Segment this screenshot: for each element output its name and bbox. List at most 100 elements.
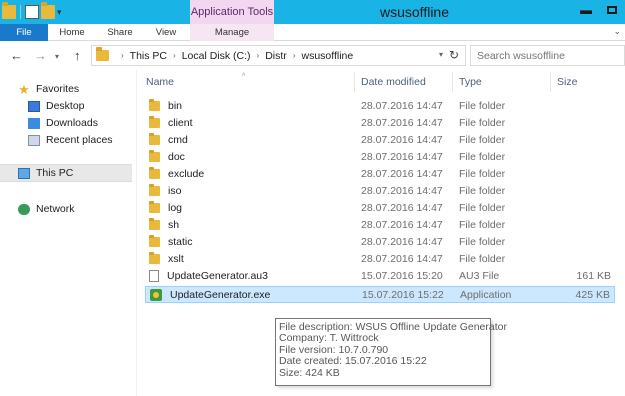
minimize-button[interactable]: ▬: [573, 0, 599, 20]
pane-divider[interactable]: [136, 70, 137, 396]
tab-manage[interactable]: Manage: [190, 24, 274, 41]
file-type: AU3 File: [459, 269, 500, 282]
breadcrumb-distr[interactable]: Distr: [265, 50, 287, 62]
maximize-button[interactable]: [599, 0, 625, 20]
chevron-right-icon[interactable]: ›: [293, 51, 296, 60]
tab-view[interactable]: View: [144, 24, 188, 41]
column-header-name[interactable]: Name: [140, 72, 355, 92]
table-row[interactable]: doc 28.07.2016 14:47 File folder: [145, 148, 615, 165]
nav-item-label: This PC: [36, 167, 74, 179]
folder-icon: [149, 251, 160, 264]
breadcrumb-this-pc[interactable]: This PC: [130, 50, 167, 62]
recent-locations-icon[interactable]: ▾: [55, 52, 59, 61]
nav-item-this-pc[interactable]: This PC: [0, 164, 132, 182]
table-row[interactable]: static 28.07.2016 14:47 File folder: [145, 233, 615, 250]
chevron-right-icon[interactable]: ›: [257, 51, 260, 60]
table-row[interactable]: iso 28.07.2016 14:47 File folder: [145, 182, 615, 199]
application-tools-group: Application Tools: [190, 0, 274, 24]
table-row[interactable]: exclude 28.07.2016 14:47 File folder: [145, 165, 615, 182]
table-row[interactable]: cmd 28.07.2016 14:47 File folder: [145, 131, 615, 148]
recent-places-icon: [28, 134, 40, 146]
table-row[interactable]: log 28.07.2016 14:47 File folder: [145, 199, 615, 216]
quick-access-toolbar: ▾: [2, 2, 62, 21]
table-row[interactable]: sh 28.07.2016 14:47 File folder: [145, 216, 615, 233]
file-name: UpdateGenerator.exe: [170, 288, 271, 301]
table-row[interactable]: xslt 28.07.2016 14:47 File folder: [145, 250, 615, 267]
nav-item-label: Favorites: [36, 83, 80, 95]
file-type: File folder: [459, 116, 506, 129]
file-date: 15.07.2016 15:20: [361, 269, 443, 282]
file-type: File folder: [459, 167, 506, 180]
nav-item-label: Recent places: [46, 134, 113, 146]
file-name: exclude: [168, 167, 205, 180]
file-size: 425 KB: [575, 288, 610, 301]
column-header-size[interactable]: Size: [551, 72, 625, 92]
title-bar: ▾ Application Tools wsusoffline ▬: [0, 0, 625, 24]
table-row[interactable]: UpdateGenerator.au3 15.07.2016 15:20 AU3…: [145, 267, 615, 284]
expand-ribbon-icon[interactable]: ⌄: [613, 26, 621, 37]
file-name: iso: [168, 184, 182, 197]
column-header-date[interactable]: Date modified: [355, 72, 453, 92]
up-button[interactable]: ↑: [74, 48, 81, 63]
refresh-icon[interactable]: ↻: [449, 48, 459, 62]
properties-icon[interactable]: [25, 5, 39, 19]
tab-home[interactable]: Home: [50, 24, 94, 41]
folder-icon: [149, 217, 160, 230]
search-input[interactable]: [477, 49, 617, 62]
file-type: File folder: [459, 235, 506, 248]
forward-button[interactable]: →: [34, 48, 47, 63]
tab-share[interactable]: Share: [98, 24, 142, 41]
nav-item-desktop[interactable]: Desktop: [28, 97, 132, 115]
file-name: static: [168, 235, 193, 248]
folder-icon[interactable]: [2, 2, 16, 19]
nav-item-downloads[interactable]: Downloads: [28, 114, 132, 132]
file-name: client: [168, 116, 193, 129]
folder-icon: [149, 200, 160, 213]
file-type: File folder: [459, 150, 506, 163]
breadcrumb-wsusoffline[interactable]: wsusoffline: [301, 50, 353, 62]
computer-icon: [18, 167, 30, 179]
folder-icon: [149, 132, 160, 145]
application-icon: [150, 288, 162, 301]
window-controls: ▬: [573, 0, 625, 22]
file-date: 28.07.2016 14:47: [361, 218, 443, 231]
nav-item-network[interactable]: Network: [18, 200, 132, 218]
downloads-icon: [28, 117, 40, 129]
folder-icon: [149, 183, 160, 196]
folder-icon: [149, 149, 160, 162]
tooltip-date-created: Date created: 15.07.2016 15:22: [279, 355, 427, 368]
back-button[interactable]: ←: [10, 48, 23, 63]
file-date: 28.07.2016 14:47: [361, 99, 443, 112]
search-box[interactable]: [470, 45, 625, 66]
folder-icon: [149, 98, 160, 111]
table-row[interactable]: client 28.07.2016 14:47 File folder: [145, 114, 615, 131]
column-header-type[interactable]: Type: [453, 72, 551, 92]
file-info-tooltip: File description: WSUS Offline Update Ge…: [275, 318, 507, 386]
address-bar[interactable]: › This PC › Local Disk (C:) › Distr › ws…: [91, 45, 466, 66]
nav-item-recent-places[interactable]: Recent places: [28, 131, 132, 149]
tab-file[interactable]: File: [0, 24, 48, 41]
sort-indicator-icon: ^: [242, 73, 246, 80]
file-type: Application: [460, 288, 512, 301]
navigation-pane: ★ Favorites Desktop Downloads Recent pla…: [0, 72, 132, 396]
window-title: wsusoffline: [380, 4, 450, 20]
table-row[interactable]: UpdateGenerator.exe 15.07.2016 15:22 App…: [145, 286, 615, 303]
file-name: sh: [168, 218, 180, 231]
chevron-down-icon[interactable]: ▾: [439, 50, 443, 59]
nav-item-label: Network: [36, 203, 75, 215]
file-type: File folder: [459, 133, 506, 146]
file-name: UpdateGenerator.au3: [167, 269, 268, 282]
customize-toolbar-icon[interactable]: ▾: [57, 7, 62, 18]
nav-item-label: Downloads: [46, 117, 98, 129]
ribbon-tabs: File Home Share View Manage ⌄: [0, 24, 625, 41]
nav-item-favorites[interactable]: ★ Favorites: [18, 80, 132, 98]
table-row[interactable]: bin 28.07.2016 14:47 File folder: [145, 97, 615, 114]
chevron-right-icon[interactable]: ›: [121, 51, 124, 60]
navigation-bar: ← → ▾ ↑ › This PC › Local Disk (C:) › Di…: [0, 42, 625, 70]
breadcrumb-local-disk[interactable]: Local Disk (C:): [182, 50, 251, 62]
file-date: 28.07.2016 14:47: [361, 150, 443, 163]
chevron-right-icon[interactable]: ›: [173, 51, 176, 60]
folder-icon: [149, 115, 160, 128]
star-icon: ★: [18, 81, 30, 97]
new-folder-icon[interactable]: [41, 2, 55, 19]
